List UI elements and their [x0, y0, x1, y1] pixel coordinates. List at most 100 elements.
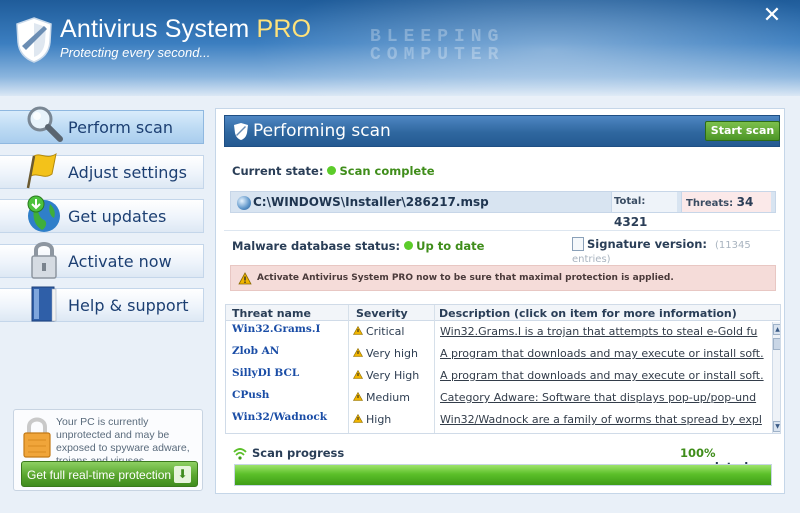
warning-icon [238, 272, 252, 285]
total-value: 4321 [614, 215, 648, 229]
current-state-label: Current state: [232, 164, 324, 178]
book-icon [31, 286, 57, 322]
panel-title: Performing scan [253, 121, 391, 141]
threats-label: Threats: [686, 198, 734, 209]
current-state-value: Scan complete [339, 164, 435, 178]
table-header: Threat name Severity Description (click … [226, 305, 780, 321]
warning-icon [352, 391, 364, 401]
column-header-severity: Severity [356, 307, 408, 320]
total-label: Total: [614, 196, 646, 207]
table-row[interactable]: SillyDl BCL Very High A program that dow… [226, 364, 766, 386]
threat-description[interactable]: Category Adware: Software that displays … [440, 391, 770, 404]
threat-name: Win32.Grams.I [232, 323, 321, 335]
scan-panel: Performing scan Start scan Current state… [215, 108, 785, 494]
signal-icon [233, 448, 247, 460]
download-icon: ⬇ [174, 466, 191, 483]
sidebar-item-get-updates[interactable]: Get updates [0, 195, 204, 233]
globe-update-icon [27, 195, 60, 232]
get-protection-label: Get full real-time protection [27, 468, 172, 482]
sidebar-item-label: Perform scan [68, 118, 173, 137]
magnifier-icon [27, 106, 63, 142]
column-header-threat: Threat name [232, 307, 311, 320]
table-row[interactable]: Win32/Wadnock High Win32/Wadnock are a f… [226, 408, 766, 430]
threats-value: 34 [736, 195, 754, 209]
sidebar-item-activate-now[interactable]: Activate now [0, 241, 204, 279]
app-title: Antivirus System PRO [60, 15, 311, 44]
severity-text: Very High [366, 369, 420, 382]
shield-logo-icon [16, 17, 52, 63]
signature-label: Signature version: [587, 237, 708, 251]
database-status-value: Up to date [416, 239, 485, 253]
threat-name: CPush [232, 389, 270, 401]
severity-text: Very high [366, 347, 418, 360]
sidebar: Perform scan Adjust settings Get updates… [0, 106, 204, 333]
title-bar: Antivirus System PRO Protecting every se… [0, 0, 800, 96]
panel-header: Performing scan Start scan [224, 115, 780, 147]
start-scan-button[interactable]: Start scan [705, 121, 780, 141]
column-header-description: Description (click on item for more info… [439, 307, 737, 320]
sidebar-item-adjust-settings[interactable]: Adjust settings [0, 152, 204, 189]
table-row[interactable]: Zlob AN Very high A program that downloa… [226, 342, 766, 364]
database-status: Malware database status: Up to date [232, 239, 484, 253]
current-state: Current state: Scan complete [232, 164, 435, 178]
shield-icon [234, 123, 248, 140]
severity-text: Critical [366, 325, 405, 338]
database-status-label: Malware database status: [232, 239, 401, 253]
sidebar-item-label: Adjust settings [68, 162, 187, 182]
severity-text: High [366, 413, 392, 426]
sidebar-item-label: Activate now [68, 251, 172, 271]
watermark-line-1: BLEEPING [370, 27, 505, 47]
table-scrollbar[interactable]: ▲ ▼ [772, 322, 780, 433]
flag-icon [26, 152, 57, 188]
severity-text: Medium [366, 391, 410, 404]
scroll-thumb[interactable] [773, 338, 780, 350]
close-button[interactable]: ✕ [760, 4, 784, 28]
watermark: BLEEPING COMPUTER [370, 28, 504, 64]
sidebar-item-help-support[interactable]: Help & support [0, 286, 204, 322]
scroll-up-icon[interactable]: ▲ [773, 324, 780, 335]
status-dot-icon [327, 166, 337, 175]
total-count: Total: 4321 [611, 192, 677, 229]
app-title-pro: PRO [256, 15, 312, 43]
protection-promo: Your PC is currently unprotected and may… [13, 409, 203, 491]
threat-description[interactable]: A program that downloads and may execute… [440, 347, 770, 360]
watermark-line-2: COMPUTER [370, 45, 505, 65]
document-icon [572, 237, 584, 251]
threat-severity: Very high [352, 347, 418, 360]
app-subtitle: Protecting every second... [60, 45, 211, 60]
divider [224, 230, 780, 231]
threat-name: SillyDl BCL [232, 367, 300, 379]
threat-description[interactable]: Win32/Wadnock are a family of worms that… [440, 413, 770, 426]
threat-description[interactable]: A program that downloads and may execute… [440, 369, 770, 382]
threat-severity: High [352, 413, 392, 426]
threat-severity: Very High [352, 369, 420, 382]
status-dot-icon [404, 241, 414, 250]
globe-icon [237, 196, 251, 210]
padlock-icon [31, 241, 57, 279]
progress-label: Scan progress [252, 446, 345, 460]
threat-description[interactable]: Win32.Grams.I is a trojan that attempts … [440, 325, 770, 338]
scan-path: C:\WINDOWS\Installer\286217.msp [253, 195, 489, 209]
scroll-down-icon[interactable]: ▼ [773, 421, 780, 432]
sidebar-item-perform-scan[interactable]: Perform scan [0, 106, 204, 144]
table-row[interactable]: CPush Medium Category Adware: Software t… [226, 386, 766, 408]
warning-text: Activate Antivirus System PRO now to be … [257, 273, 674, 283]
threat-name: Zlob AN [232, 345, 280, 357]
warning-icon [352, 325, 364, 335]
threat-severity: Critical [352, 325, 405, 338]
progress-bar-fill [235, 465, 771, 485]
sidebar-item-label: Get updates [68, 207, 167, 226]
padlock-warning-icon [23, 417, 51, 458]
app-title-main: Antivirus System [60, 15, 250, 43]
get-protection-button[interactable]: Get full real-time protection ⬇ [21, 461, 198, 487]
threat-name: Win32/Wadnock [232, 411, 328, 423]
activation-warning: Activate Antivirus System PRO now to be … [230, 265, 776, 291]
threat-table: Threat name Severity Description (click … [225, 304, 781, 434]
progress-bar [234, 464, 772, 486]
table-row[interactable]: Win32.Grams.I Critical Win32.Grams.I is … [226, 320, 766, 342]
warning-icon [352, 347, 364, 357]
scan-path-row: C:\WINDOWS\Installer\286217.msp Total: 4… [230, 191, 776, 229]
signature-version: Signature version: (11345 entries) [572, 237, 784, 265]
sidebar-item-label: Help & support [68, 296, 189, 315]
warning-icon [352, 369, 364, 379]
